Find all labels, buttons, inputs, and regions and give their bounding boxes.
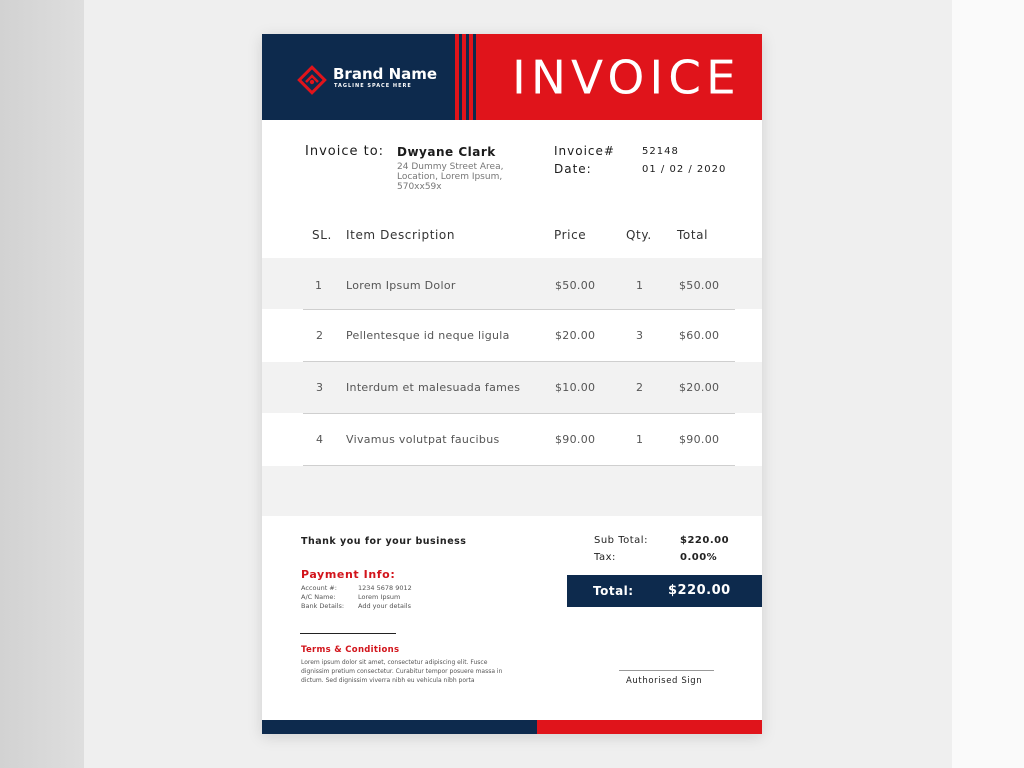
column-header-total: Total bbox=[677, 228, 709, 242]
row-sl: 1 bbox=[315, 279, 323, 292]
row-total: $20.00 bbox=[679, 381, 720, 394]
row-sl: 4 bbox=[316, 433, 324, 446]
signature-line bbox=[619, 670, 714, 671]
brand-name: Brand Name bbox=[333, 65, 438, 83]
column-header-price: Price bbox=[554, 228, 587, 242]
terms-heading: Terms & Conditions bbox=[301, 645, 400, 655]
subtotal-label: Sub Total: bbox=[594, 535, 648, 546]
row-sl: 3 bbox=[316, 381, 324, 394]
total-label: Total: bbox=[593, 584, 634, 598]
client-address-line: 24 Dummy Street Area, bbox=[397, 162, 504, 172]
table-empty-band bbox=[262, 466, 762, 516]
total-value: $220.00 bbox=[668, 583, 731, 598]
footer-red-bar bbox=[537, 720, 762, 734]
row-total: $90.00 bbox=[679, 433, 720, 446]
row-price: $50.00 bbox=[555, 279, 596, 292]
thank-you-note: Thank you for your business bbox=[301, 536, 467, 547]
terms-line: dictum. Sed dignissim viverra nibh eu ve… bbox=[301, 677, 475, 684]
invoice-to-label: Invoice to: bbox=[305, 144, 385, 159]
invoice-date: 01 / 02 / 2020 bbox=[642, 164, 727, 175]
footer-navy-bar bbox=[262, 720, 537, 734]
client-name: Dwyane Clark bbox=[397, 145, 496, 159]
column-header-sl: SL. bbox=[312, 228, 332, 242]
row-description: Interdum et malesuada fames bbox=[346, 381, 521, 394]
terms-divider bbox=[300, 633, 396, 634]
row-total: $60.00 bbox=[679, 329, 720, 342]
background-right bbox=[952, 0, 1024, 768]
row-qty: 1 bbox=[636, 433, 644, 446]
total-bar: Total: $220.00 bbox=[567, 575, 762, 607]
subtotal-value: $220.00 bbox=[680, 535, 730, 546]
client-address-line: Location, Lorem Ipsum, bbox=[397, 172, 503, 182]
row-total: $50.00 bbox=[679, 279, 720, 292]
payment-value: Lorem Ipsum bbox=[358, 593, 401, 601]
row-price: $20.00 bbox=[555, 329, 596, 342]
row-qty: 3 bbox=[636, 329, 644, 342]
invoice-page: Brand Name TAGLINE SPACE HERE INVOICE In… bbox=[262, 34, 762, 734]
diamond-logo-icon bbox=[297, 65, 327, 95]
invoice-number: 52148 bbox=[642, 146, 679, 157]
row-description: Lorem Ipsum Dolor bbox=[346, 279, 456, 292]
background-left bbox=[0, 0, 84, 768]
row-qty: 2 bbox=[636, 381, 644, 394]
signature-label: Authorised Sign bbox=[626, 676, 703, 686]
column-header-description: Item Description bbox=[346, 228, 456, 242]
payment-value: Add your details bbox=[358, 602, 411, 610]
date-label: Date: bbox=[554, 162, 592, 176]
tax-value: 0.00% bbox=[680, 552, 718, 563]
row-price: $10.00 bbox=[555, 381, 596, 394]
payment-info-heading: Payment Info: bbox=[301, 568, 396, 581]
payment-label: A/C Name: bbox=[301, 593, 336, 601]
invoice-number-label: Invoice# bbox=[554, 144, 615, 158]
row-price: $90.00 bbox=[555, 433, 596, 446]
terms-line: Lorem ipsum dolor sit amet, consectetur … bbox=[301, 659, 488, 666]
row-qty: 1 bbox=[636, 279, 644, 292]
brand-tagline: TAGLINE SPACE HERE bbox=[334, 83, 412, 89]
row-description: Vivamus volutpat faucibus bbox=[346, 433, 500, 446]
tax-label: Tax: bbox=[594, 552, 616, 563]
row-description: Pellentesque id neque ligula bbox=[346, 329, 510, 342]
payment-label: Bank Details: bbox=[301, 602, 345, 610]
payment-label: Account #: bbox=[301, 584, 337, 592]
column-header-qty: Qty. bbox=[626, 228, 652, 242]
row-sl: 2 bbox=[316, 329, 324, 342]
terms-line: dignissim pretium consectetur. Curabitur… bbox=[301, 668, 503, 675]
invoice-title: INVOICE bbox=[512, 51, 741, 106]
payment-value: 1234 5678 9012 bbox=[358, 584, 412, 592]
client-address-line: 570xx59x bbox=[397, 182, 442, 192]
